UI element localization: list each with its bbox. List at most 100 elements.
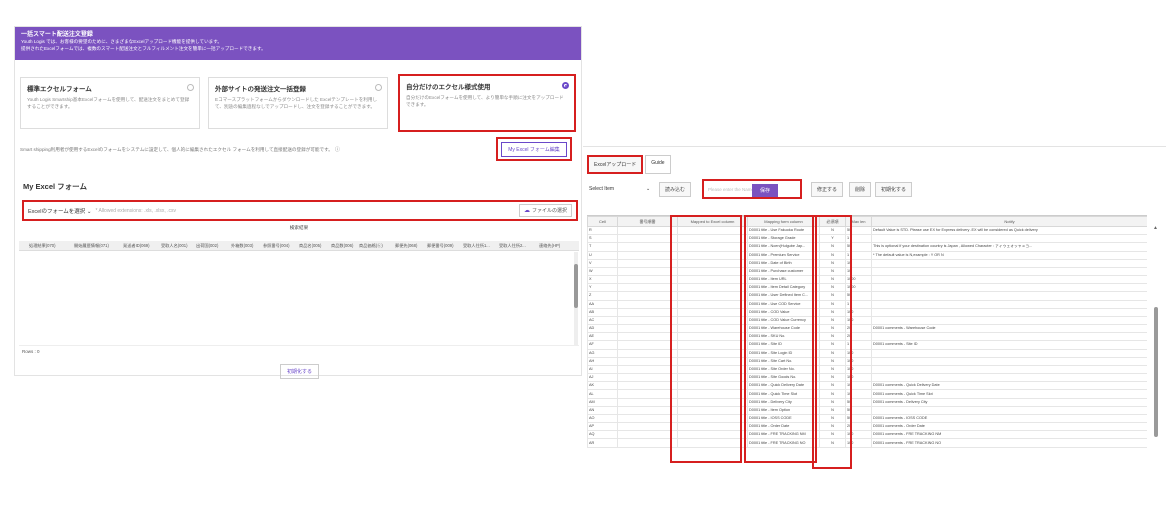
select-item-dropdown[interactable]: Select Item ⌄ [589,186,650,192]
mapping-row[interactable]: X D0001 title - Item URL N 1000 [587,275,1147,285]
header-cell[interactable]: Cell [587,216,618,227]
mapping-row[interactable]: S D0001 title - Storage Grade Y 1 [587,234,1147,244]
mapping-row[interactable]: V D0001 title - Date of Birth N 10 [587,258,1147,268]
cell-mapped-excel-column[interactable] [677,275,748,285]
cell-mapped-excel-column[interactable] [677,324,748,334]
cell-order[interactable] [617,430,678,440]
cell-order[interactable] [617,250,678,260]
grid-header-cell[interactable]: 参照番号(004) [263,243,290,249]
cell-order[interactable] [617,397,678,407]
modify-button[interactable]: 修正する [811,182,844,197]
cell-mapped-excel-column[interactable] [677,381,748,391]
cell-order[interactable] [617,324,678,334]
grid-header-cell[interactable]: 郵便番号(009) [427,243,454,249]
tab-guide[interactable]: Guide [645,155,671,174]
tab-excel-upload[interactable]: Excelアップロード [587,155,644,174]
cell-mapped-excel-column[interactable] [677,430,748,440]
scroll-thumb[interactable] [1154,307,1158,437]
header-notify[interactable]: Notify [871,216,1147,227]
cell-mapped-excel-column[interactable] [677,397,748,407]
grid-header-cell[interactable]: 発送者ID(069) [123,243,150,249]
cell-mapped-excel-column[interactable] [677,438,748,448]
mapping-row[interactable]: AP D0001 title - Order Date N 20 D0001 comme… [587,422,1147,432]
mapping-row[interactable]: AF D0001 title - Site ID N 1 D0001 comments … [587,340,1147,350]
header-mapped-excel-column[interactable]: Mapped to Excel column [677,216,748,227]
option-standard-form[interactable]: 標準エクセルフォーム Youth Logis Smartship基本Excelフ… [20,77,200,129]
mapping-row[interactable]: U D0001 title - Premium Service N 1 * The de… [587,250,1147,260]
cell-mapped-excel-column[interactable] [677,299,748,309]
mapping-row[interactable]: AR D0001 title - FRE TRACKING NO N 100 D0001… [587,438,1147,448]
cell-mapped-excel-column[interactable] [677,389,748,399]
mapping-row[interactable]: AB D0001 title - COD Value N 100 [587,307,1147,317]
header-order[interactable]: 番号順番 [617,216,678,227]
cell-order[interactable] [617,299,678,309]
grid-header-cell[interactable]: 開始履歴情報(071) [74,243,109,249]
mapping-row[interactable]: AI D0001 title - Site Order No. N 100 [587,364,1147,375]
cell-order[interactable] [617,242,678,252]
cell-mapped-excel-column[interactable] [677,413,748,424]
mapping-row[interactable]: T D0001 title - Noen(Hulgube Jap... N 50 Thi… [587,242,1147,252]
grid-header-cell[interactable]: 出荷国(002) [196,243,218,249]
form-name-input[interactable]: Please enter the Name [708,187,754,192]
mapping-row[interactable]: AQ D0001 title - FRE TRACKING NM N 100 D0001… [587,430,1147,440]
cell-order[interactable] [617,225,678,236]
grid-header-cell[interactable]: 受取人住所2... [499,243,526,249]
cell-mapped-excel-column[interactable] [677,373,748,383]
cell-order[interactable] [617,356,678,366]
cell-mapped-excel-column[interactable] [677,258,748,268]
mapping-row[interactable]: AG D0001 title - Site Login ID N 100 [587,348,1147,358]
cell-mapped-excel-column[interactable] [677,283,748,293]
cell-order[interactable] [617,283,678,293]
excel-form-dropdown[interactable]: Excelのフォームを選択 ⌄ [28,207,91,215]
option-external-site[interactable]: 外部サイトの発送注文一括登録 Eコマースプラットフォームからダウンロードした E… [208,77,388,129]
grid-header-cell[interactable]: 外箱数(003) [231,243,253,249]
grid-scrollbar[interactable] [574,252,578,346]
cell-order[interactable] [617,364,678,375]
cell-mapped-excel-column[interactable] [677,225,748,236]
cell-order[interactable] [617,340,678,350]
cell-mapped-excel-column[interactable] [677,422,748,432]
mapping-row[interactable]: AJ D0001 title - Site Goods No. N 100 [587,373,1147,383]
cell-order[interactable] [617,389,678,399]
grid-header-cell[interactable]: 商品数(006) [331,243,353,249]
cell-order[interactable] [617,234,678,244]
my-excel-form-edit-button[interactable]: My Excel フォーム編集 [496,137,572,161]
cell-order[interactable] [617,438,678,448]
grid-header-cell[interactable]: 受取人住所1... [463,243,490,249]
header-required[interactable]: 必須項 [819,216,846,227]
cell-mapped-excel-column[interactable] [677,266,748,277]
cell-order[interactable] [617,348,678,358]
cell-mapped-excel-column[interactable] [677,307,748,317]
mapping-row[interactable]: AE D0001 title - SKU No. N 20 [587,332,1147,342]
cell-mapped-excel-column[interactable] [677,332,748,342]
load-button[interactable]: 読み込む [659,182,692,197]
grid-header-cell[interactable]: 処理結果(070) [29,243,56,249]
radio-selected-icon[interactable] [562,82,569,89]
cell-mapped-excel-column[interactable] [677,315,748,326]
cell-order[interactable] [617,422,678,432]
cell-order[interactable] [617,266,678,277]
file-select-button[interactable]: ☁ ファイルの選択 [518,204,572,217]
cell-order[interactable] [617,332,678,342]
option-my-excel-form[interactable]: 自分だけのエクセル様式使用 自分だけのExcelフォームを使用して、より簡単な手… [398,74,576,132]
mapping-row[interactable]: Y D0001 title - Item Detail Category N 1000 [587,283,1147,293]
mapping-row[interactable]: AC D0001 title - COD Value Currency N 100 [587,315,1147,326]
radio-icon[interactable] [375,84,382,91]
cell-order[interactable] [617,307,678,317]
cell-order[interactable] [617,315,678,326]
cell-mapped-excel-column[interactable] [677,364,748,375]
mapping-row[interactable]: AM D0001 title - Delivery City N 50 D0001 co… [587,397,1147,407]
cell-mapped-excel-column[interactable] [677,356,748,366]
mapping-row[interactable]: AA D0001 title - Use COD Service N 1 [587,299,1147,309]
header-max-len[interactable]: Max len [845,216,872,227]
help-icon[interactable]: ⓘ [335,147,340,153]
mapping-row[interactable]: AH D0001 title - Site Cart No. N 100 [587,356,1147,366]
mapping-row[interactable]: AD D0001 title - Warehouse Code N 20 D0001 c… [587,324,1147,334]
delete-button[interactable]: 削除 [849,182,872,197]
cell-order[interactable] [617,291,678,301]
cell-mapped-excel-column[interactable] [677,242,748,252]
cell-order[interactable] [617,381,678,391]
cell-mapped-excel-column[interactable] [677,291,748,301]
mapping-row[interactable]: AK D0001 title - Quick Delivery Date N 10 D0… [587,381,1147,391]
cell-mapped-excel-column[interactable] [677,348,748,358]
